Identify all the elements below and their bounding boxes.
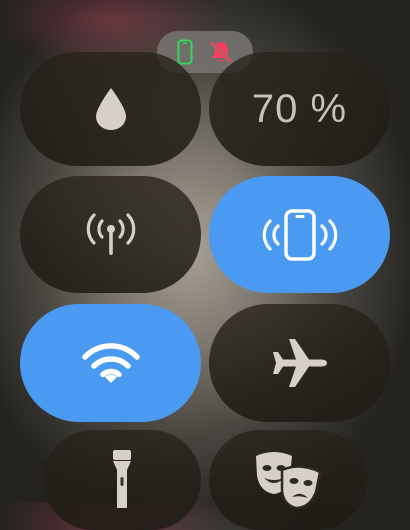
flashlight-button[interactable] (43, 430, 201, 530)
wifi-button[interactable] (20, 304, 201, 422)
airplane-icon (271, 337, 329, 389)
theater-masks-icon (252, 450, 324, 510)
wifi-icon (81, 341, 141, 385)
cellular-antenna-icon (83, 212, 139, 257)
airplane-mode-button[interactable] (209, 304, 390, 422)
ping-iphone-button[interactable] (209, 176, 390, 293)
cellular-button[interactable] (20, 176, 201, 293)
water-drop-icon (93, 86, 129, 132)
ping-iphone-icon (262, 208, 338, 261)
volume-button[interactable]: 70 % (209, 52, 390, 166)
theater-mode-button[interactable] (209, 430, 367, 530)
phone-connected-icon (177, 39, 193, 65)
brightness-button[interactable] (20, 52, 201, 166)
flashlight-icon (112, 450, 132, 510)
silent-mode-icon (208, 39, 234, 65)
volume-level: 70 % (251, 86, 348, 131)
